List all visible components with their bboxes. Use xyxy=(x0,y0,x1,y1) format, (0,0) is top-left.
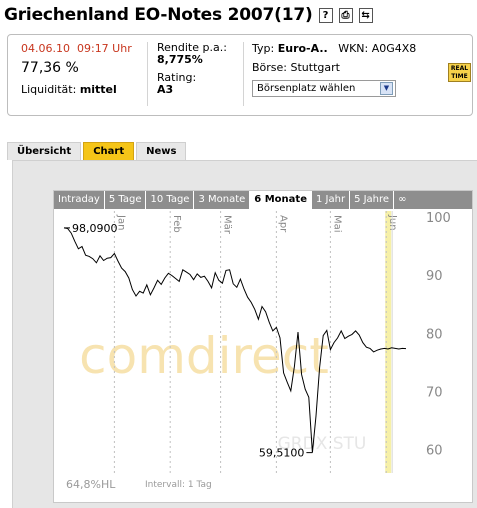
divider xyxy=(147,42,148,106)
chevron-down-icon[interactable]: ▼ xyxy=(380,82,393,95)
type-row: Typ: Euro-A.. WKN: A0G4X8 xyxy=(252,42,416,55)
realtime-button[interactable]: REAL TIME xyxy=(448,63,471,82)
print-icon[interactable]: ⎙ xyxy=(338,7,353,23)
liquidity: Liquidität: mittel xyxy=(21,83,146,96)
yield-column: Rendite p.a.: 8,775% Rating: A3 xyxy=(157,42,227,96)
refresh-icon[interactable]: ⇆ xyxy=(358,7,373,23)
type-value: Euro-A.. xyxy=(277,42,328,55)
exchange-label: Börse: xyxy=(252,61,288,74)
tab-news[interactable]: News xyxy=(136,142,187,160)
month-label: Mai xyxy=(331,215,342,233)
chart-panel: comdirectGRDX.STUJanFebMärAprMaiJun10090… xyxy=(53,190,473,503)
quote-info-box: 04.06.10 09:17 Uhr 77,36 % Liquidität: m… xyxy=(7,34,473,116)
month-label: Feb xyxy=(171,215,182,233)
range-tab-6-monate[interactable]: 6 Monate xyxy=(250,191,312,209)
price-column: 04.06.10 09:17 Uhr 77,36 % Liquidität: m… xyxy=(21,42,146,96)
y-tick-label: 60 xyxy=(426,444,443,459)
y-tick-label: 80 xyxy=(426,327,443,342)
range-tab-all[interactable]: ∞ xyxy=(394,191,410,209)
yield-value: 8,775% xyxy=(157,53,203,66)
rating-value: A3 xyxy=(157,83,174,96)
liquidity-label: Liquidität: xyxy=(21,83,77,96)
help-icon[interactable]: ? xyxy=(318,7,333,23)
range-tab-10-tage[interactable]: 10 Tage xyxy=(146,191,195,209)
range-tab-bar: Intraday 5 Tage 10 Tage 3 Monate 6 Monat… xyxy=(54,191,472,209)
realtime-label-line2: TIME xyxy=(451,73,468,80)
page-title: Griechenland EO-Notes 2007(17) xyxy=(4,5,313,25)
y-tick-label: 90 xyxy=(426,269,443,284)
exchange-select[interactable]: Börsenplatz wählen ▼ xyxy=(252,80,396,97)
exchange-value: Stuttgart xyxy=(290,61,340,74)
y-tick-label: 100 xyxy=(426,211,451,226)
security-column: Typ: Euro-A.. WKN: A0G4X8 Börse: Stuttga… xyxy=(252,42,416,97)
tab-uebersicht[interactable]: Übersicht xyxy=(7,142,82,160)
type-label: Typ: xyxy=(252,42,275,55)
exchange-row: Börse: Stuttgart xyxy=(252,61,416,74)
quote-datetime: 04.06.10 09:17 Uhr xyxy=(21,42,146,55)
interval-label: Intervall: 1 Tag xyxy=(145,480,212,490)
divider xyxy=(243,42,244,106)
tab-chart[interactable]: Chart xyxy=(83,142,135,160)
range-tab-5-tage[interactable]: 5 Tage xyxy=(105,191,147,209)
min-label: 59,5100 xyxy=(259,447,305,460)
liquidity-value: mittel xyxy=(79,83,117,96)
hl-value: 64,8 xyxy=(66,478,91,491)
watermark-logo: comdirect xyxy=(79,327,329,385)
range-tab-1-jahr[interactable]: 1 Jahr xyxy=(312,191,351,209)
wkn-label: WKN: xyxy=(338,42,369,55)
price-chart: comdirectGRDX.STUJanFebMärAprMaiJun10090… xyxy=(63,211,451,473)
quote-date: 04.06.10 xyxy=(21,42,70,55)
tab-bar: Übersicht Chart News xyxy=(7,142,188,160)
range-tab-5-jahre[interactable]: 5 Jahre xyxy=(350,191,395,209)
hl-indicator: 64,8%HL xyxy=(66,478,115,491)
range-tab-3-monate[interactable]: 3 Monate xyxy=(194,191,251,209)
quote-price: 77,36 % xyxy=(21,60,79,76)
y-tick-label: 70 xyxy=(426,385,443,400)
month-label: Mär xyxy=(222,215,233,235)
max-label: 98,0900 xyxy=(72,222,118,235)
realtime-label-line1: REAL xyxy=(450,65,469,72)
range-tab-intraday[interactable]: Intraday xyxy=(54,191,105,209)
hl-label: %HL xyxy=(90,478,116,491)
quote-time: 09:17 Uhr xyxy=(76,42,132,55)
exchange-select-value: Börsenplatz wählen xyxy=(257,83,356,94)
title-bar: Griechenland EO-Notes 2007(17) ? ⎙ ⇆ xyxy=(4,2,373,28)
wkn-value: A0G4X8 xyxy=(371,42,417,55)
month-label: Apr xyxy=(277,215,288,233)
